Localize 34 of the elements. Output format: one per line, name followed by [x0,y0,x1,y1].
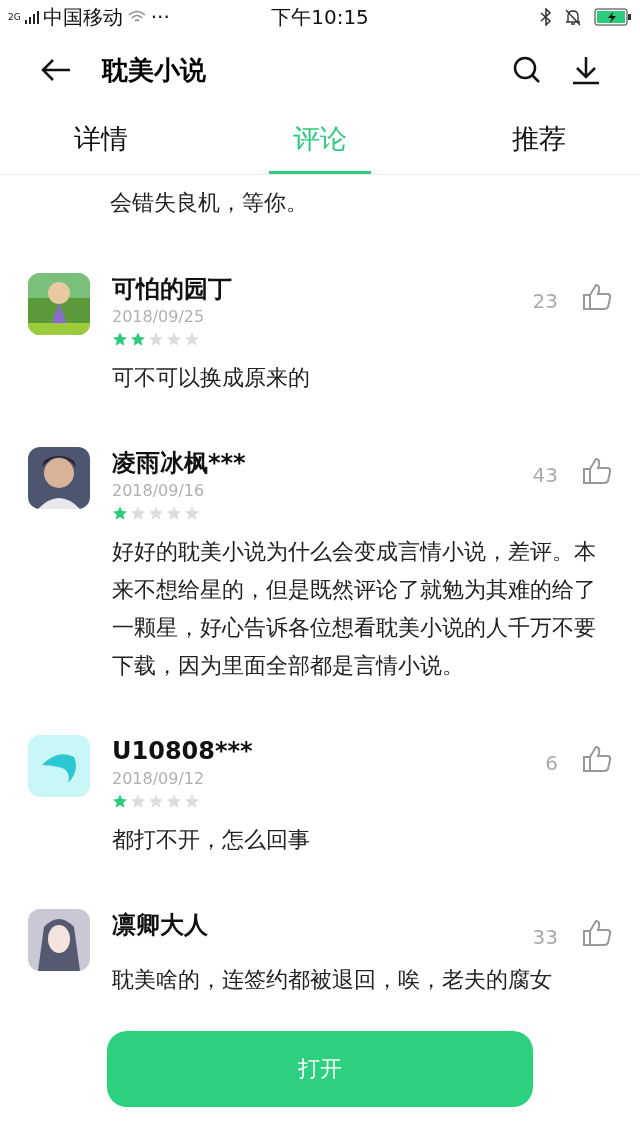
review-date: 2018/09/25 [112,306,206,328]
review-text: 好好的耽美小说为什么会变成言情小说，差评。本来不想给星的，但是既然评论了就勉为其难的给了一颗星，好心告诉各位想看耽美小说的人千万不要下载，因为里面全部都是言情小说。 [112,538,597,680]
battery-icon [594,8,632,26]
thumbs-up-button[interactable] [582,283,612,311]
like-count: 43 [532,463,558,487]
bluetooth-icon [540,8,552,26]
bell-icon [564,8,582,26]
clock-time: 下午10:15 [271,3,369,31]
review-text: 会错失良机，等你。 [109,189,309,217]
network-type: 2G [8,12,21,22]
like-count: 23 [532,289,558,313]
tab[interactable]: 推荐 [488,106,590,174]
user-name: 可怕的园丁 [112,274,233,305]
review-date: 2018/09/12 [112,768,206,790]
thumbs-up-button[interactable] [582,745,612,773]
tab[interactable]: 详情 [50,106,152,174]
more-indicator: ··· [150,5,170,29]
review-text: 都打不开，怎么回事 [112,826,311,854]
thumbs-up-button[interactable] [582,919,612,947]
carrier-name: 中国移动 [42,3,123,31]
review-text: 耽美啥的，连签约都被退回，唉，老夫的腐女 [112,966,553,994]
user-name: 凛卿大人 [112,910,209,941]
thumbs-up-button[interactable] [582,457,612,485]
review-text: 可不可以换成原来的 [112,364,311,392]
back-button[interactable] [40,58,72,82]
review-date: 2018/09/16 [112,480,206,502]
download-button[interactable] [572,55,600,85]
search-button[interactable] [512,55,542,85]
user-name: U10808*** [112,736,254,767]
signal-icon [24,10,39,24]
like-count: 6 [545,751,558,775]
like-count: 33 [532,925,558,949]
page-title: 耽美小说 [102,53,207,87]
user-name: 凌雨冰枫*** [112,448,247,479]
